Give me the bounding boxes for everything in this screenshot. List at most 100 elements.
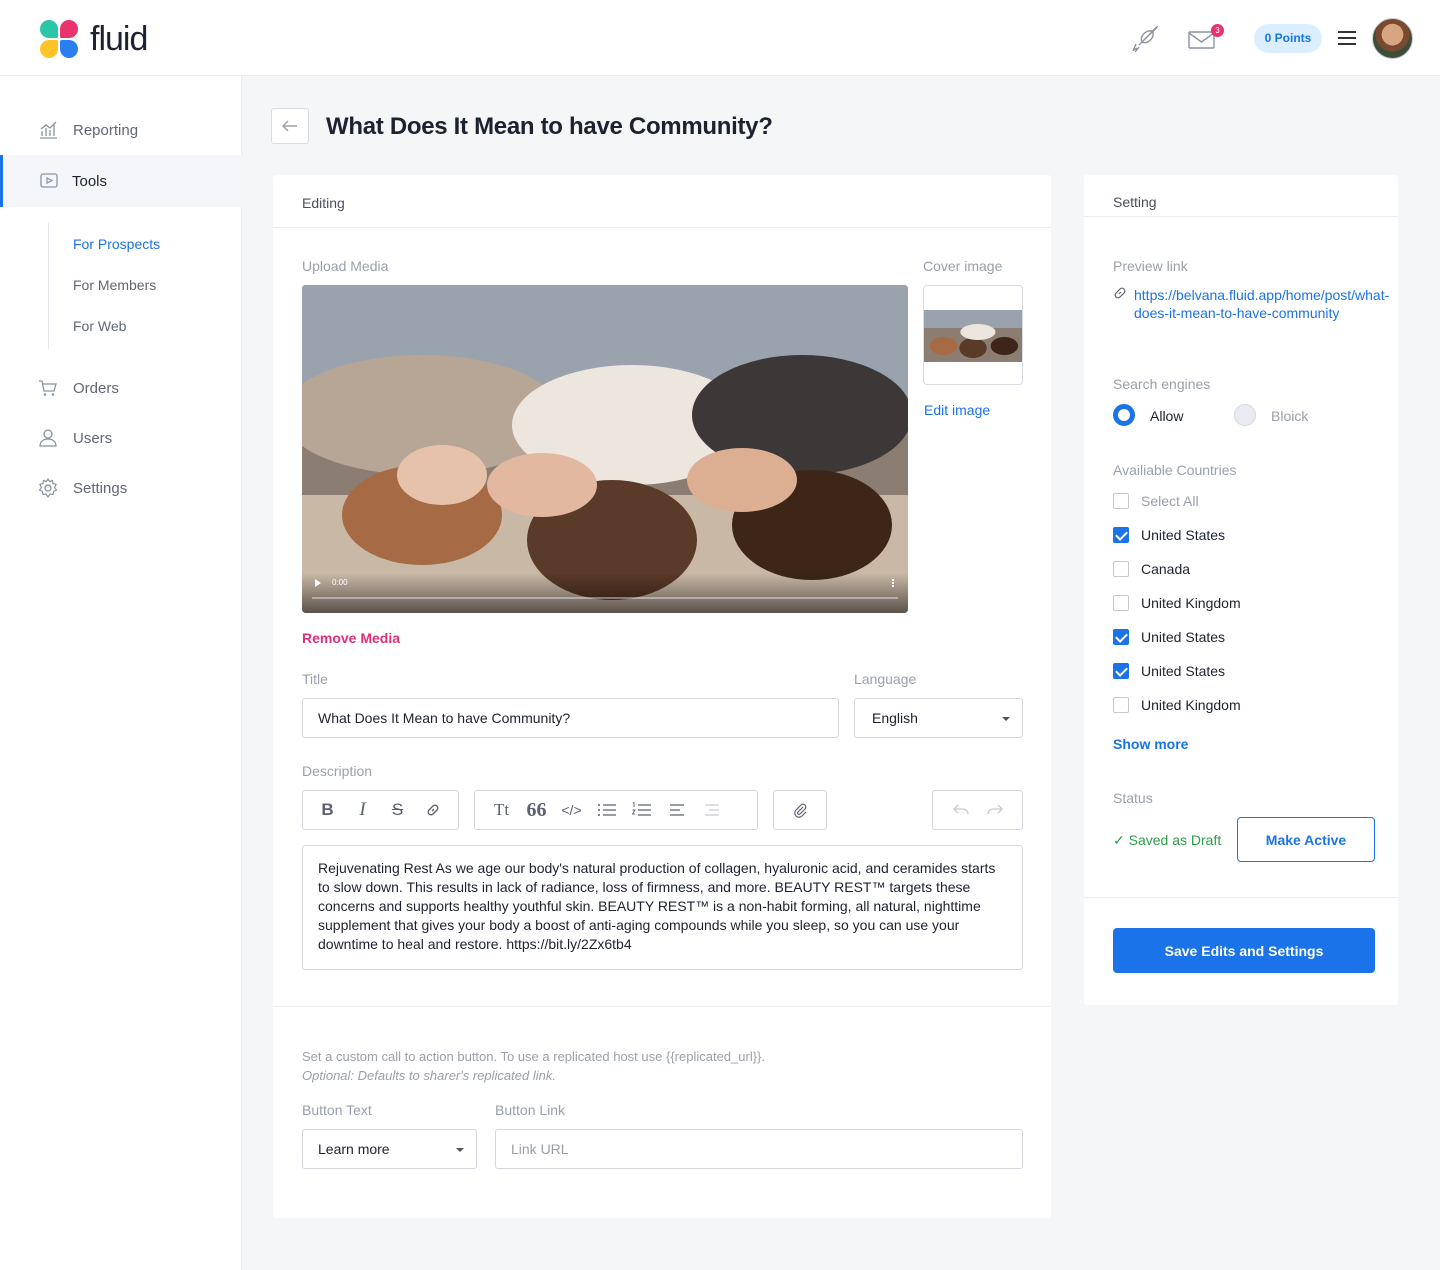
upload-media-label: Upload Media xyxy=(302,258,389,274)
align-left-button[interactable] xyxy=(659,791,694,829)
cart-icon xyxy=(39,380,57,396)
logo-text: fluid xyxy=(90,20,148,58)
checkbox-country[interactable] xyxy=(1113,595,1129,611)
top-header: fluid 3 0 Points xyxy=(0,0,1440,76)
heading-button[interactable]: Tt xyxy=(484,791,519,829)
link-icon xyxy=(427,804,438,816)
chevron-down-icon xyxy=(1002,717,1010,721)
checkbox-country[interactable] xyxy=(1113,663,1129,679)
button-text-select[interactable]: Learn more xyxy=(302,1129,477,1169)
fluid-logo[interactable]: fluid xyxy=(40,20,148,58)
cover-image[interactable] xyxy=(923,285,1023,385)
avatar[interactable] xyxy=(1372,18,1413,59)
numbered-list-button[interactable] xyxy=(624,791,659,829)
more-vertical-icon[interactable] xyxy=(892,579,894,587)
back-button[interactable] xyxy=(271,108,309,144)
code-button[interactable]: </> xyxy=(554,791,589,829)
attach-button[interactable] xyxy=(773,790,827,830)
rocket-icon[interactable] xyxy=(1130,24,1160,54)
user-icon xyxy=(39,429,57,447)
undo-icon[interactable] xyxy=(952,804,969,816)
radio-block-label: Bloick xyxy=(1271,408,1309,424)
cta-note: Set a custom call to action button. To u… xyxy=(302,1047,765,1085)
subnav-item-for-prospects[interactable]: For Prospects xyxy=(73,236,160,252)
sidebar-item-label: Reporting xyxy=(73,121,139,139)
button-text-label: Button Text xyxy=(302,1102,372,1118)
bold-button[interactable]: B xyxy=(310,791,345,829)
sidebar-item-orders[interactable]: Orders xyxy=(0,363,242,413)
section-divider xyxy=(273,1006,1051,1007)
radio-block[interactable] xyxy=(1234,404,1256,426)
align-left-icon xyxy=(669,804,684,816)
sidebar-item-tools[interactable]: Tools xyxy=(0,155,242,207)
sidebar-item-settings[interactable]: Settings xyxy=(0,463,242,513)
button-text-value: Learn more xyxy=(318,1141,390,1157)
link-icon xyxy=(1114,287,1126,299)
language-select[interactable]: English xyxy=(854,698,1023,738)
preview-link-label: Preview link xyxy=(1113,258,1188,274)
video-time: 0:00 xyxy=(332,578,348,587)
cta-optional-text: Optional: Defaults to sharer's replicate… xyxy=(302,1068,556,1083)
sidebar-item-users[interactable]: Users xyxy=(0,413,242,463)
checkbox-label: United States xyxy=(1141,629,1226,645)
quote-button[interactable]: 66 xyxy=(519,791,554,829)
sidebar-item-label: Tools xyxy=(72,172,108,190)
toolbar-block-group: Tt 66 </> xyxy=(474,790,758,830)
description-label: Description xyxy=(302,763,373,779)
checkbox-label: United States xyxy=(1141,663,1226,679)
sidebar-item-label: Settings xyxy=(73,479,128,497)
bullet-list-icon xyxy=(597,804,616,816)
chart-icon xyxy=(40,121,57,139)
button-link-label: Button Link xyxy=(495,1102,566,1118)
chevron-down-icon xyxy=(456,1148,464,1152)
status-label: Status xyxy=(1113,790,1153,806)
language-label: Language xyxy=(854,671,917,687)
play-icon[interactable] xyxy=(315,579,321,587)
checkbox-country[interactable] xyxy=(1113,629,1129,645)
description-editor[interactable]: Rejuvenating Rest As we age our body's n… xyxy=(302,845,1023,970)
button-link-input[interactable]: Link URL xyxy=(495,1129,1023,1169)
checkbox-label: United Kingdom xyxy=(1141,595,1241,611)
setting-card-header: Setting xyxy=(1084,175,1398,217)
make-active-button[interactable]: Make Active xyxy=(1237,817,1375,862)
sidebar-item-label: Users xyxy=(73,429,113,447)
checkbox-select-all[interactable] xyxy=(1113,493,1129,509)
link-button[interactable] xyxy=(415,791,450,829)
redo-icon[interactable] xyxy=(986,804,1003,816)
align-right-button[interactable] xyxy=(694,791,729,829)
points-badge[interactable]: 0 Points xyxy=(1254,24,1322,53)
editing-card: Editing Upload Media Cover image 0:00 Ed… xyxy=(273,175,1051,1218)
preview-link[interactable]: https://belvana.fluid.app/home/post/what… xyxy=(1134,286,1389,322)
italic-button[interactable]: I xyxy=(345,791,380,829)
history-group xyxy=(932,790,1023,830)
bullet-list-button[interactable] xyxy=(589,791,624,829)
editing-card-header: Editing xyxy=(273,175,1051,228)
title-input[interactable]: What Does It Mean to have Community? xyxy=(302,698,839,738)
mail-badge: 3 xyxy=(1211,24,1224,37)
subnav-item-for-web[interactable]: For Web xyxy=(73,318,126,334)
remove-media-link[interactable]: Remove Media xyxy=(302,630,400,646)
search-engines-label: Search engines xyxy=(1113,376,1211,392)
edit-image-link[interactable]: Edit image xyxy=(924,402,990,418)
subnav-item-for-members[interactable]: For Members xyxy=(73,277,156,293)
title-label: Title xyxy=(302,671,328,687)
gear-icon xyxy=(38,478,58,498)
checkbox-country[interactable] xyxy=(1113,527,1129,543)
setting-card: Setting Preview link https://belvana.flu… xyxy=(1084,175,1398,1005)
radio-allow[interactable] xyxy=(1113,404,1135,426)
show-more-link[interactable]: Show more xyxy=(1113,736,1188,752)
video-progress[interactable] xyxy=(312,597,898,599)
numbered-list-icon xyxy=(631,802,651,816)
cta-note-text: Set a custom call to action button. To u… xyxy=(302,1049,765,1064)
save-edits-button[interactable]: Save Edits and Settings xyxy=(1113,928,1375,973)
strikethrough-button[interactable]: S xyxy=(380,791,415,829)
checkbox-country[interactable] xyxy=(1113,561,1129,577)
align-right-icon xyxy=(704,804,719,816)
menu-icon[interactable] xyxy=(1338,31,1356,45)
cover-image-label: Cover image xyxy=(923,258,1003,274)
sidebar-item-reporting[interactable]: Reporting xyxy=(0,105,242,155)
status-value: ✓ Saved as Draft xyxy=(1113,832,1222,848)
video-player[interactable]: 0:00 xyxy=(302,285,908,613)
checkbox-country[interactable] xyxy=(1113,697,1129,713)
checkbox-label: United Kingdom xyxy=(1141,697,1241,713)
